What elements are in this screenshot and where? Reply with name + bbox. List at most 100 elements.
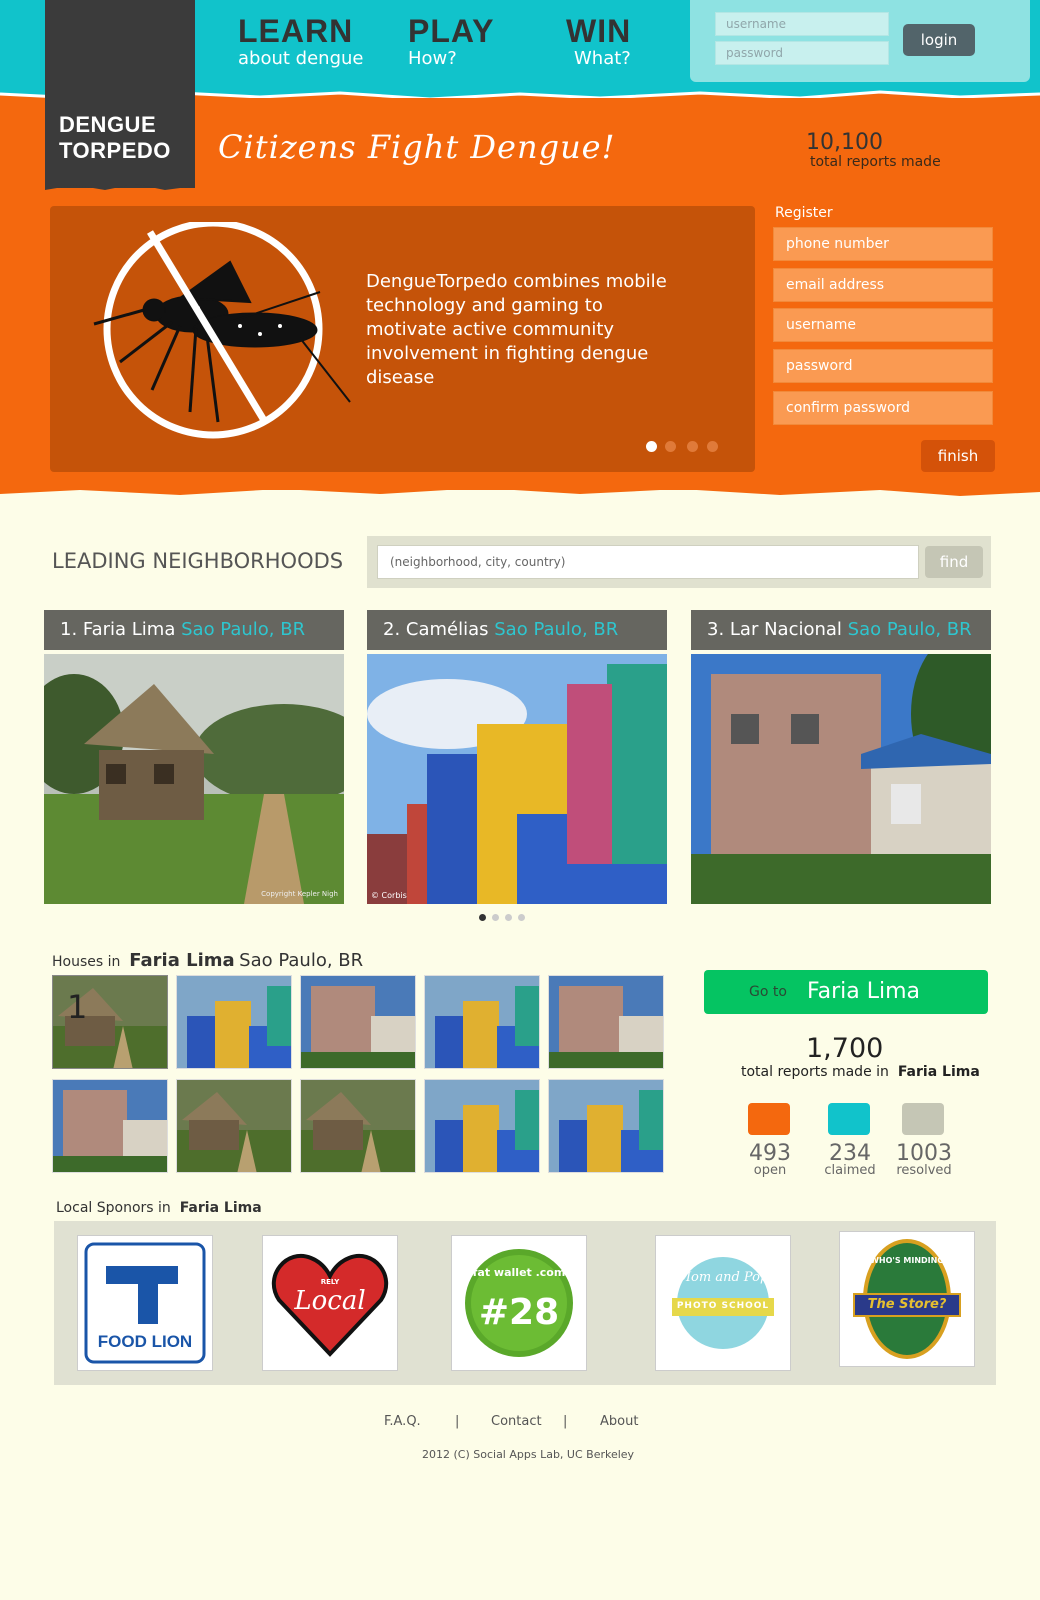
claimed-label: claimed bbox=[824, 1163, 876, 1178]
logo-line-2: TORPEDO bbox=[59, 138, 171, 163]
tagline: Citizens Fight Dengue! bbox=[218, 128, 616, 166]
reports-neighborhood: Faria Lima bbox=[897, 1064, 980, 1080]
whos-minding-top: WHO'S MINDING bbox=[870, 1256, 944, 1265]
logo-torn-edge bbox=[45, 178, 195, 190]
sponsor-fatwallet-logo[interactable]: fat wallet .com #28 bbox=[451, 1235, 587, 1371]
sponsor-rely-local-logo[interactable]: RELY Local bbox=[262, 1235, 398, 1371]
photo-1-credit: Copyright Kepler Nigh bbox=[261, 890, 338, 898]
neighborhood-2-city: Sao Paulo, BR bbox=[494, 619, 619, 640]
phone-number-field[interactable]: phone number bbox=[773, 227, 993, 261]
go-to-neighborhood-button[interactable]: Go to Faria Lima bbox=[704, 970, 988, 1014]
login-panel: username password bbox=[690, 0, 1030, 82]
total-reports-label: total reports made bbox=[810, 154, 941, 170]
hero-description: DengueTorpedo combines mobile technology… bbox=[366, 271, 667, 388]
no-mosquito-icon bbox=[93, 222, 351, 439]
house-thumb-9[interactable] bbox=[424, 1079, 540, 1173]
house-thumb-1-badge: 1 bbox=[67, 988, 88, 1026]
food-lion-text: FOOD LION bbox=[97, 1332, 193, 1351]
neighborhood-card-2-title[interactable]: 2. Camélias Sao Paulo, BR bbox=[367, 610, 667, 650]
nav-play-subtitle: How? bbox=[408, 48, 457, 69]
username-field[interactable]: username bbox=[715, 12, 889, 36]
neighborhood-1-photo[interactable]: Copyright Kepler Nigh bbox=[44, 654, 344, 904]
confirm-password-field[interactable]: confirm password bbox=[773, 391, 993, 425]
neighborhood-3-city: Sao Paulo, BR bbox=[847, 619, 972, 640]
finish-button[interactable]: finish bbox=[921, 440, 995, 472]
sponsors-neighborhood: Faria Lima bbox=[179, 1200, 262, 1216]
house-thumb-7[interactable] bbox=[176, 1079, 292, 1173]
nav-win-title: WIN bbox=[566, 13, 632, 49]
slider-dot-3[interactable] bbox=[687, 441, 698, 452]
neighborhood-search-input[interactable]: (neighborhood, city, country) bbox=[377, 545, 919, 579]
houses-heading: Houses in Faria Lima Sao Paulo, BR bbox=[52, 950, 363, 971]
register-username-field[interactable]: username bbox=[773, 308, 993, 342]
slider-dot-4[interactable] bbox=[707, 441, 718, 452]
house-thumb-8[interactable] bbox=[300, 1079, 416, 1173]
carousel-dot-3[interactable] bbox=[505, 914, 512, 921]
nav-learn-title: LEARN bbox=[238, 13, 354, 49]
nav-win[interactable]: WIN What? bbox=[566, 14, 631, 70]
neighborhood-reports-count: 1,700 bbox=[806, 1033, 884, 1064]
sponsors-heading: Local Sponors in Faria Lima bbox=[56, 1200, 262, 1216]
email-address-field[interactable]: email address bbox=[773, 268, 993, 302]
dengue-torpedo-logo[interactable]: DENGUE TORPEDO bbox=[45, 0, 195, 190]
register-label: Register bbox=[775, 205, 833, 221]
neighborhood-3-rank: 3. Lar Nacional bbox=[707, 619, 842, 640]
houses-city: Sao Paulo, BR bbox=[239, 950, 364, 971]
house-thumb-5[interactable] bbox=[548, 975, 664, 1069]
footer-contact-link[interactable]: Contact bbox=[491, 1414, 542, 1429]
photo-2-credit: © Corbis bbox=[371, 891, 407, 900]
find-button[interactable]: find bbox=[925, 546, 983, 578]
neighborhood-2-rank: 2. Camélias bbox=[383, 619, 489, 640]
neighborhood-reports-label: total reports made in Faria Lima bbox=[741, 1064, 980, 1080]
reports-label-text: total reports made in bbox=[741, 1064, 889, 1080]
open-label: open bbox=[753, 1163, 787, 1178]
rely-local-top: RELY bbox=[320, 1278, 340, 1286]
houses-neighborhood: Faria Lima bbox=[129, 950, 235, 971]
footer-separator-2: | bbox=[563, 1414, 568, 1429]
rely-local-text: Local bbox=[294, 1286, 366, 1316]
sponsor-mom-and-pop-logo[interactable]: Mom and Pop PHOTO SCHOOL bbox=[655, 1235, 791, 1371]
nav-learn-subtitle: about dengue bbox=[238, 48, 364, 69]
go-to-prefix: Go to bbox=[749, 984, 787, 1000]
sponsor-whos-minding-logo[interactable]: WHO'S MINDING The Store? bbox=[839, 1231, 975, 1367]
house-thumb-1[interactable]: 1 bbox=[52, 975, 168, 1069]
sponsor-food-lion-logo[interactable]: FOOD LION bbox=[77, 1235, 213, 1371]
house-thumb-10[interactable] bbox=[548, 1079, 664, 1173]
neighborhood-card-1-title[interactable]: 1. Faria Lima Sao Paulo, BR bbox=[44, 610, 344, 650]
house-thumb-3[interactable] bbox=[300, 975, 416, 1069]
mom-and-pop-top: Mom and Pop bbox=[677, 1270, 769, 1285]
password-field[interactable]: password bbox=[715, 41, 889, 65]
footer-separator-1: | bbox=[455, 1414, 460, 1429]
houses-prefix: Houses in bbox=[52, 954, 121, 970]
total-reports-count: 10,100 bbox=[806, 130, 883, 155]
fatwallet-rank: #28 bbox=[478, 1292, 560, 1333]
register-password-field[interactable]: password bbox=[773, 349, 993, 383]
go-to-name: Faria Lima bbox=[807, 979, 921, 1004]
house-thumb-6[interactable] bbox=[52, 1079, 168, 1173]
login-button[interactable]: login bbox=[903, 24, 975, 56]
house-thumb-2[interactable] bbox=[176, 975, 292, 1069]
open-status-swatch bbox=[748, 1103, 790, 1135]
footer-faq-link[interactable]: F.A.Q. bbox=[384, 1414, 421, 1429]
carousel-dot-2[interactable] bbox=[492, 914, 499, 921]
nav-win-subtitle: What? bbox=[574, 48, 631, 69]
slider-dot-1[interactable] bbox=[646, 441, 657, 452]
carousel-dot-1[interactable] bbox=[479, 914, 486, 921]
footer-copyright: 2012 (C) Social Apps Lab, UC Berkeley bbox=[422, 1448, 635, 1461]
slider-dot-2[interactable] bbox=[665, 441, 676, 452]
house-thumb-4[interactable] bbox=[424, 975, 540, 1069]
carousel-dot-4[interactable] bbox=[518, 914, 525, 921]
sponsors-prefix: Local Sponors in bbox=[56, 1200, 171, 1216]
fatwallet-top: fat wallet .com bbox=[472, 1266, 566, 1279]
leading-neighborhoods-title: LEADING NEIGHBORHOODS bbox=[52, 549, 344, 573]
nav-play-title: PLAY bbox=[408, 13, 495, 49]
nav-learn[interactable]: LEARN about dengue bbox=[238, 14, 363, 70]
footer-about-link[interactable]: About bbox=[600, 1414, 638, 1429]
neighborhood-1-rank: 1. Faria Lima bbox=[60, 619, 176, 640]
neighborhood-card-3-title[interactable]: 3. Lar Nacional Sao Paulo, BR bbox=[691, 610, 991, 650]
neighborhood-2-photo[interactable]: © Corbis bbox=[367, 654, 667, 904]
nav-play[interactable]: PLAY How? bbox=[408, 14, 494, 70]
whos-minding-text: The Store? bbox=[867, 1297, 947, 1312]
mom-and-pop-text: PHOTO SCHOOL bbox=[676, 1301, 770, 1311]
neighborhood-3-photo[interactable] bbox=[691, 654, 991, 904]
